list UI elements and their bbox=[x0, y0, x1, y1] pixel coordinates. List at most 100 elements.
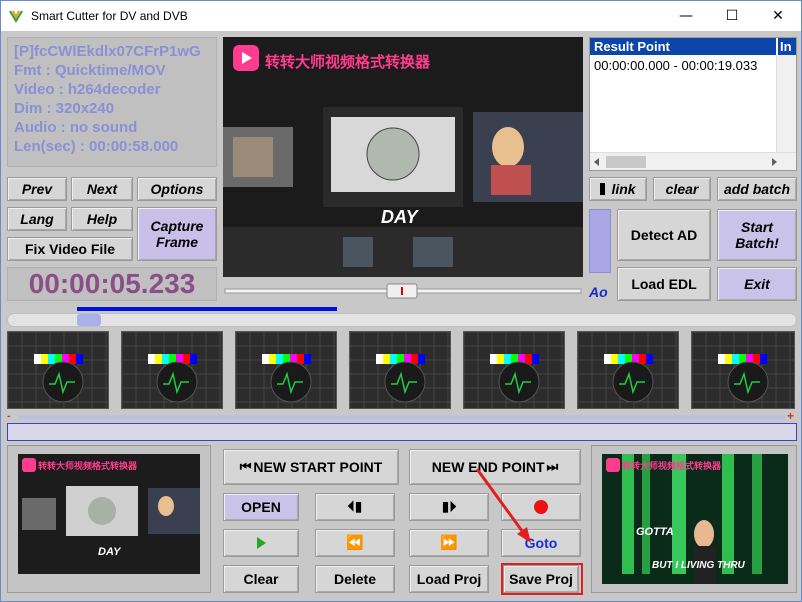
video-codec: Video : h264decoder bbox=[14, 81, 161, 98]
result-list-vscroll[interactable] bbox=[776, 55, 796, 155]
exit-button[interactable]: Exit bbox=[717, 267, 797, 301]
prev-button[interactable]: Prev bbox=[7, 177, 67, 201]
result-list-hscroll[interactable] bbox=[590, 152, 796, 170]
position-slider[interactable] bbox=[223, 283, 583, 299]
load-edl-button[interactable]: Load EDL bbox=[617, 267, 711, 301]
thumbnail-strip bbox=[7, 331, 797, 411]
in-header[interactable]: In bbox=[778, 38, 796, 55]
test-pattern-icon bbox=[350, 332, 450, 408]
rewind-button[interactable]: ⏪ bbox=[315, 529, 395, 557]
maximize-icon: ☐ bbox=[725, 8, 739, 24]
link-button[interactable]: link bbox=[589, 177, 647, 201]
video-frame-image bbox=[223, 37, 583, 277]
delete-button[interactable]: Delete bbox=[315, 565, 395, 593]
prev-frame-icon: ⏴▮ bbox=[347, 499, 363, 515]
link-label: link bbox=[611, 181, 636, 197]
app-logo-icon bbox=[9, 10, 23, 23]
start-preview-watermark: 转转大师视频格式转换器 bbox=[38, 462, 138, 472]
start-preview-caption: DAY bbox=[98, 546, 121, 558]
new-start-point-button[interactable]: ⏮ NEW START POINT bbox=[223, 449, 399, 485]
next-button[interactable]: Next bbox=[71, 177, 133, 201]
lang-button[interactable]: Lang bbox=[7, 207, 67, 231]
progress-bar bbox=[77, 307, 337, 311]
add-batch-button[interactable]: add batch bbox=[717, 177, 797, 201]
thumbnail-frame[interactable] bbox=[235, 331, 337, 409]
new-start-point-label: NEW START POINT bbox=[253, 459, 383, 475]
window-title: Smart Cutter for DV and DVB bbox=[31, 9, 188, 23]
minimize-button[interactable]: — bbox=[663, 1, 709, 31]
audio-info: Audio : no sound bbox=[14, 119, 138, 136]
test-pattern-icon bbox=[464, 332, 564, 408]
result-point-header[interactable]: Result Point bbox=[590, 38, 776, 55]
file-name: [P]fcCWlEkdlx07CFrP1wG bbox=[14, 43, 201, 60]
test-pattern-icon bbox=[122, 332, 222, 408]
close-button[interactable]: ✕ bbox=[755, 1, 801, 31]
result-point-list[interactable]: Result Point In 00:00:00.000 - 00:00:19.… bbox=[589, 37, 797, 171]
save-proj-highlight bbox=[501, 563, 583, 595]
fix-video-file-button[interactable]: Fix Video File bbox=[7, 237, 133, 261]
timeline-scroll[interactable] bbox=[7, 313, 797, 327]
capture-frame-button[interactable]: Capture Frame bbox=[137, 207, 217, 261]
clear-button[interactable]: Clear bbox=[223, 565, 299, 593]
main-window: Smart Cutter for DV and DVB — ☐ ✕ [P]fcC… bbox=[0, 0, 802, 602]
test-pattern-icon bbox=[578, 332, 678, 408]
next-frame-button[interactable]: ▮⏵ bbox=[409, 493, 489, 521]
test-pattern-icon bbox=[236, 332, 336, 408]
end-preview-caption-top: GOTTA bbox=[636, 526, 674, 538]
video-caption: DAY bbox=[381, 207, 418, 227]
end-preview-caption-bottom: BUT I LIVING THRU bbox=[652, 560, 745, 571]
link-indicator-icon bbox=[600, 183, 606, 195]
play-icon bbox=[256, 537, 266, 549]
volume-bar[interactable] bbox=[589, 209, 611, 273]
fast-forward-button[interactable]: ⏩ bbox=[409, 529, 489, 557]
title-bar: Smart Cutter for DV and DVB — ☐ ✕ bbox=[1, 1, 801, 31]
thumbnail-frame[interactable] bbox=[121, 331, 223, 409]
file-format: Fmt : Quicktime/MOV bbox=[14, 62, 166, 79]
seek-plus-button[interactable]: + bbox=[787, 409, 794, 423]
current-time-display: 00:00:05.233 bbox=[7, 267, 217, 301]
test-pattern-icon bbox=[692, 332, 794, 408]
next-frame-icon: ▮⏵ bbox=[441, 499, 457, 515]
step-left-icon: ⏮ bbox=[239, 459, 252, 475]
open-button[interactable]: OPEN bbox=[223, 493, 299, 521]
maximize-button[interactable]: ☐ bbox=[709, 1, 755, 31]
close-icon: ✕ bbox=[772, 8, 784, 24]
fast-forward-icon: ⏩ bbox=[440, 535, 458, 551]
minimize-icon: — bbox=[679, 8, 693, 24]
new-end-point-label: NEW END POINT bbox=[431, 459, 545, 475]
video-length: Len(sec) : 00:00:58.000 bbox=[14, 138, 179, 155]
video-watermark: 转转大师视频格式转换器 bbox=[265, 53, 431, 71]
detect-ad-button[interactable]: Detect AD bbox=[617, 209, 711, 261]
end-preview-panel: 转转大师视频格式转换器 GOTTA BUT I LIVING THRU bbox=[591, 445, 797, 593]
test-pattern-icon bbox=[8, 332, 108, 408]
video-preview[interactable]: 转转大师视频格式转换器 DAY bbox=[223, 37, 583, 277]
thumbnail-frame[interactable] bbox=[349, 331, 451, 409]
seek-bar[interactable] bbox=[7, 413, 797, 421]
play-button[interactable] bbox=[223, 529, 299, 557]
video-dimension: Dim : 320x240 bbox=[14, 100, 115, 117]
ao-label[interactable]: Ao bbox=[589, 284, 608, 300]
goto-button[interactable]: Goto bbox=[501, 529, 581, 557]
thumbnail-frame[interactable] bbox=[691, 331, 795, 409]
help-button[interactable]: Help bbox=[71, 207, 133, 231]
rewind-icon: ⏪ bbox=[346, 535, 364, 551]
thumbnail-frame[interactable] bbox=[7, 331, 109, 409]
result-point-row[interactable]: 00:00:00.000 - 00:00:19.033 bbox=[594, 58, 757, 73]
load-proj-button[interactable]: Load Proj bbox=[409, 565, 489, 593]
thumbnail-frame[interactable] bbox=[577, 331, 679, 409]
prev-frame-button[interactable]: ⏴▮ bbox=[315, 493, 395, 521]
clear-list-button[interactable]: clear bbox=[653, 177, 711, 201]
start-preview-panel: 转转大师视频格式转换器 DAY bbox=[7, 445, 211, 593]
options-button[interactable]: Options bbox=[137, 177, 217, 201]
segment-bar[interactable] bbox=[7, 423, 797, 441]
thumbnail-frame[interactable] bbox=[463, 331, 565, 409]
file-info-panel: [P]fcCWlEkdlx07CFrP1wG Fmt : Quicktime/M… bbox=[7, 37, 217, 167]
new-end-point-button[interactable]: NEW END POINT ⏭ bbox=[409, 449, 581, 485]
end-preview-watermark: 转转大师视频格式转换器 bbox=[622, 462, 722, 472]
step-right-icon: ⏭ bbox=[546, 459, 559, 475]
record-icon bbox=[534, 500, 548, 514]
start-batch-button[interactable]: Start Batch! bbox=[717, 209, 797, 261]
seek-minus-button[interactable]: - bbox=[7, 410, 11, 422]
timeline-scroll-thumb[interactable] bbox=[77, 314, 101, 326]
record-button[interactable] bbox=[501, 493, 581, 521]
